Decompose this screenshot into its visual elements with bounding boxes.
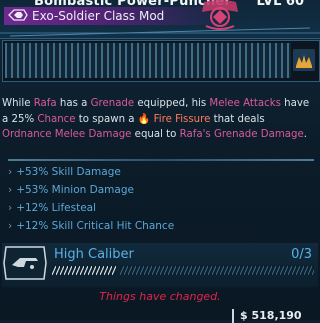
description-segment: Rafa xyxy=(33,98,57,109)
bonus-label: +53% Minion Damage xyxy=(16,184,134,196)
description-segment: Melee Attacks xyxy=(209,98,281,109)
bonus-label: +53% Skill Damage xyxy=(16,166,121,178)
bonus-label: +12% Skill Critical Hit Chance xyxy=(16,220,175,232)
bonus-stat: › +12% Skill Critical Hit Chance xyxy=(8,220,174,232)
item-card: Bombastic Power-Puncher LVL 60 Exo-Soldi… xyxy=(0,0,320,323)
skill-name: High Caliber xyxy=(54,247,134,262)
skill-row[interactable]: High Caliber 0/3 xyxy=(2,243,318,287)
description-segment: Rafa's xyxy=(179,129,211,140)
bonus-label: +12% Lifesteal xyxy=(16,202,96,214)
item-image-strip xyxy=(2,40,320,82)
item-description: While Rafa has a Grenade equipped, his M… xyxy=(2,96,316,143)
item-header: Bombastic Power-Puncher LVL 60 Exo-Soldi… xyxy=(0,0,320,39)
description-segment: While xyxy=(2,98,34,109)
description-segment: Grenade xyxy=(90,98,135,109)
bonus-stat: › +53% Minion Damage xyxy=(8,184,134,196)
status-notice: Things have changed. xyxy=(99,290,221,303)
section-divider xyxy=(8,159,314,161)
bonus-stat: › +53% Skill Damage xyxy=(8,166,121,178)
header-divider xyxy=(0,27,320,37)
bullet-icon: › xyxy=(8,202,13,214)
description-segment: Ordnance xyxy=(2,129,52,140)
description-segment: equal to xyxy=(131,129,180,140)
gun-skill-icon xyxy=(3,246,47,280)
class-mod-icon xyxy=(8,9,28,21)
money-amount: $ 518,190 xyxy=(240,309,302,322)
bonus-stat: › +12% Lifesteal xyxy=(8,202,96,214)
description-segment: 🔥 Fire Fissure xyxy=(137,113,211,125)
description-segment: equipped, his xyxy=(134,98,210,109)
description-segment: Melee Damage xyxy=(54,129,132,140)
stripe-pattern xyxy=(5,43,291,78)
item-level: LVL 60 xyxy=(256,0,304,9)
bullet-icon: › xyxy=(8,220,13,232)
description-segment: . xyxy=(303,129,307,140)
item-type-label: Exo-Soldier Class Mod xyxy=(32,9,165,23)
description-segment: has a xyxy=(56,98,91,109)
description-segment: Grenade Damage xyxy=(213,129,304,140)
description-segment: to spawn a xyxy=(75,113,138,125)
skill-progress-bar xyxy=(52,266,314,275)
manufacturer-badge-icon xyxy=(293,49,315,71)
skill-points: 0/3 xyxy=(291,247,312,262)
bullet-icon: › xyxy=(8,166,13,178)
description-segment: that deals xyxy=(210,113,265,125)
description-segment: Chance xyxy=(37,113,76,125)
bullet-icon: › xyxy=(8,184,13,196)
currency-display: $ 518,190 xyxy=(232,309,314,323)
